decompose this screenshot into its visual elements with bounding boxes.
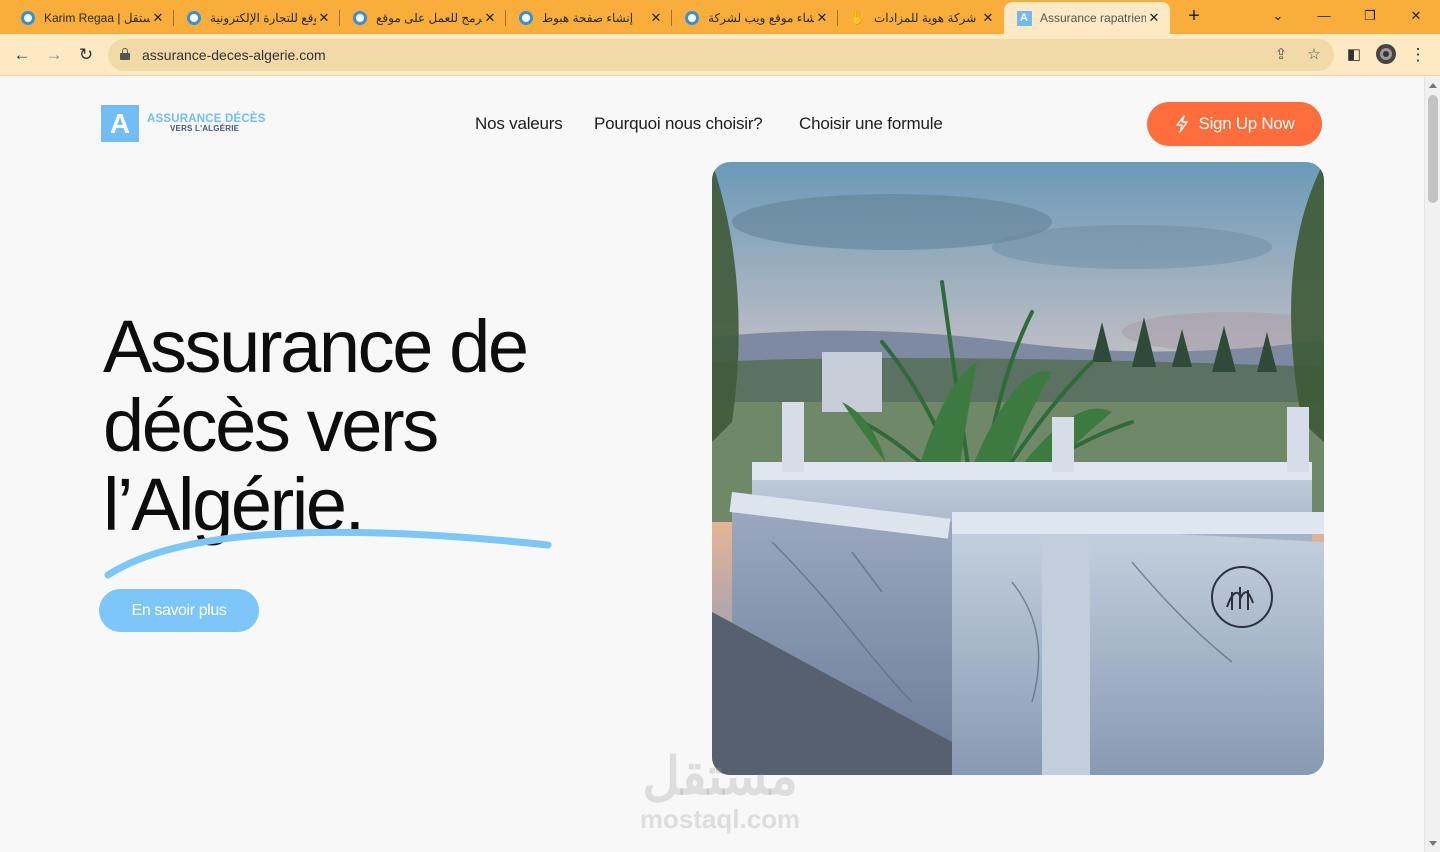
tab-title: مبرمج للعمل على موقع <box>376 11 482 25</box>
mostaql-ring-icon <box>518 10 534 26</box>
nav-link-formule[interactable]: Choisir une formule <box>799 114 943 134</box>
browser-tab[interactable]: موقع للتجارة الإلكترونية ✕ <box>174 2 340 34</box>
tab-close-icon[interactable]: ✕ <box>980 10 996 26</box>
mostaql-watermark: مستقل mostaql.com <box>632 749 808 833</box>
sign-up-button[interactable]: Sign Up Now <box>1147 102 1322 146</box>
browser-tab-strip: Karim Regaa | مستقل ✕ موقع للتجارة الإلك… <box>0 0 1440 34</box>
scroll-down-arrow-icon[interactable] <box>1429 841 1437 846</box>
tab-close-icon[interactable]: ✕ <box>648 10 664 26</box>
lightning-bolt-icon <box>1175 115 1188 133</box>
tab-title: موقع للتجارة الإلكترونية <box>210 11 316 25</box>
hero-title-line: Assurance de <box>103 305 529 388</box>
watermark-latin: mostaql.com <box>639 804 801 834</box>
back-arrow-icon[interactable]: ← <box>10 43 34 67</box>
scroll-thumb[interactable] <box>1428 95 1438 203</box>
reload-icon[interactable]: ↻ <box>74 43 98 67</box>
page-viewport: A ASSURANCE DÉCÈS VERS L'ALGÉRIE Nos val… <box>0 77 1424 852</box>
tab-title: شركة هوية للمزادات <box>874 11 977 25</box>
browser-tab[interactable]: إنشاء موقع ويب لشركة ✕ <box>672 2 838 34</box>
nav-link-pourquoi[interactable]: Pourquoi nous choisir? <box>594 114 763 134</box>
tab-close-icon[interactable]: ✕ <box>150 10 166 26</box>
share-icon[interactable]: ⇪ <box>1270 44 1292 66</box>
new-tab-button[interactable]: + <box>1184 6 1204 28</box>
scroll-up-arrow-icon[interactable] <box>1429 83 1437 88</box>
forward-arrow-icon[interactable]: → <box>42 43 66 67</box>
mostaql-ring-icon <box>20 10 36 26</box>
bookmark-star-icon[interactable]: ☆ <box>1303 44 1325 66</box>
tab-close-icon[interactable]: ✕ <box>316 10 332 26</box>
hero-title-line: décès vers <box>103 384 439 467</box>
tab-title: إنشاء صفحة هبوط <box>542 11 634 25</box>
browser-tab-active[interactable]: A Assurance rapatriement ✕ <box>1004 2 1170 34</box>
tab-title: إنشاء موقع ويب لشركة <box>708 11 814 25</box>
address-bar[interactable]: assurance-deces-algerie.com ⇪ ☆ <box>108 39 1334 71</box>
more-menu-icon[interactable]: ⋮ <box>1406 43 1430 67</box>
minimize-window-icon[interactable]: — <box>1312 4 1336 28</box>
side-panel-icon[interactable]: ◧ <box>1342 43 1366 67</box>
mostaql-ring-icon <box>186 10 202 26</box>
browser-tab[interactable]: مبرمج للعمل على موقع ✕ <box>340 2 506 34</box>
url-text[interactable]: assurance-deces-algerie.com <box>142 47 326 63</box>
watermark-arabic: مستقل <box>642 748 798 806</box>
learn-more-button[interactable]: En savoir plus <box>99 589 259 632</box>
letter-a-icon: A <box>1016 10 1032 26</box>
restore-window-icon[interactable]: ❐ <box>1358 4 1382 28</box>
browser-tab[interactable]: ✋ شركة هوية للمزادات ✕ <box>838 2 1004 34</box>
tab-close-icon[interactable]: ✕ <box>1146 10 1162 26</box>
lock-icon[interactable] <box>120 48 130 60</box>
logo-mark: A <box>101 105 139 142</box>
mostaql-ring-icon <box>352 10 368 26</box>
profile-avatar-icon[interactable] <box>1374 43 1398 67</box>
tab-close-icon[interactable]: ✕ <box>482 10 498 26</box>
site-logo[interactable]: A ASSURANCE DÉCÈS VERS L'ALGÉRIE <box>101 105 266 142</box>
tab-title: Karim Regaa | مستقل <box>44 11 150 25</box>
hero-image-tomb <box>712 162 1324 775</box>
tab-close-icon[interactable]: ✕ <box>814 10 830 26</box>
tab-search-chevron-icon[interactable]: ⌄ <box>1266 4 1290 28</box>
hand-logo-icon: ✋ <box>849 10 867 25</box>
logo-line-2: VERS L'ALGÉRIE <box>170 124 240 134</box>
hero-title: Assurance de décès vers l’Algérie. <box>103 305 529 544</box>
vertical-scrollbar[interactable] <box>1424 77 1440 852</box>
browser-tab[interactable]: Karim Regaa | مستقل ✕ <box>8 2 174 34</box>
browser-tab[interactable]: إنشاء صفحة هبوط ✕ <box>506 2 672 34</box>
close-window-icon[interactable]: ✕ <box>1404 4 1428 28</box>
mostaql-ring-icon <box>684 10 700 26</box>
nav-link-nos-valeurs[interactable]: Nos valeurs <box>475 114 563 134</box>
underline-swoosh <box>104 528 552 579</box>
tab-title: Assurance rapatriement <box>1040 11 1146 25</box>
browser-toolbar: ← → ↻ assurance-deces-algerie.com ⇪ ☆ ◧ … <box>0 34 1440 76</box>
sign-up-label: Sign Up Now <box>1198 114 1295 133</box>
